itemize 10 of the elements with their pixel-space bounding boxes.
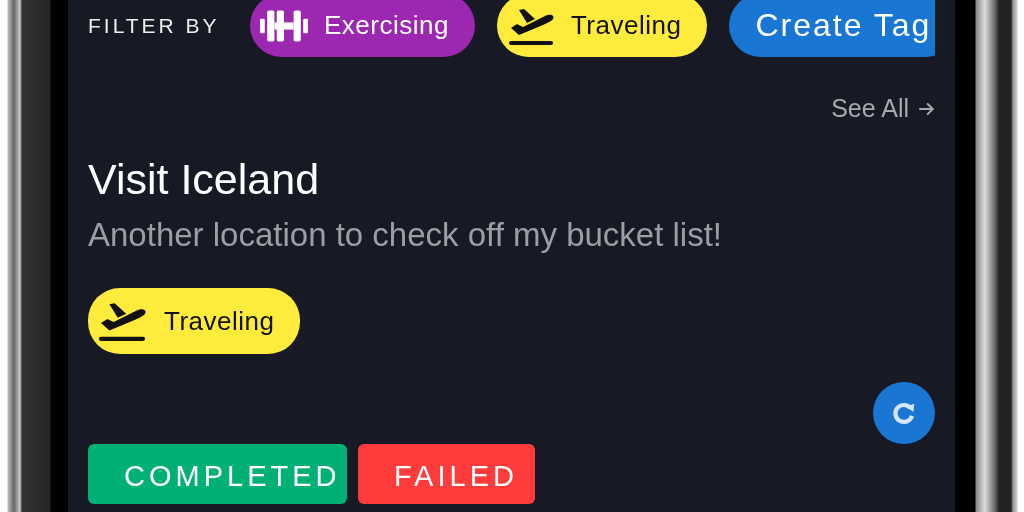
goal-tag: Traveling [88, 288, 301, 354]
see-all-link[interactable]: See All [831, 94, 935, 123]
action-button[interactable]: FAILED [358, 444, 535, 504]
goal-title: Visit Iceland [88, 155, 321, 204]
create-tag-button[interactable]: Create Tag [729, 0, 935, 57]
goal-description: Another location to check off my bucket list! [88, 216, 724, 254]
filter-tag[interactable]: Exercising [250, 0, 475, 57]
airplane-icon [96, 300, 148, 342]
filter-tag[interactable]: Traveling [496, 0, 708, 57]
filter-label: FILTER BY [88, 13, 221, 38]
